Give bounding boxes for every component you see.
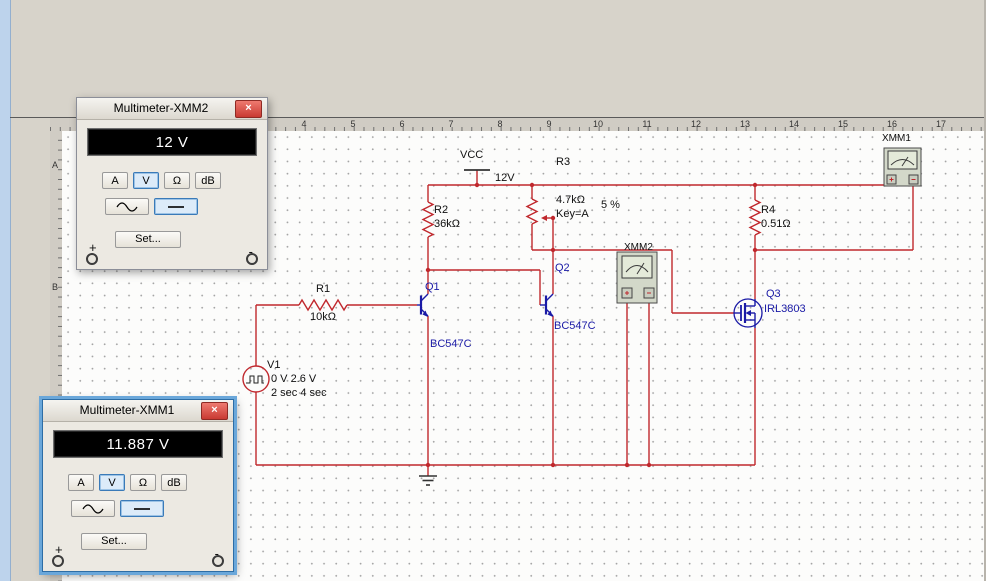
v1-ref[interactable]: V1 <box>267 359 280 371</box>
instrument-icon-XMM2[interactable] <box>616 251 658 304</box>
q2-part[interactable]: BC547C <box>554 320 596 332</box>
minus-terminal-jack[interactable] <box>246 253 258 265</box>
transistor-Q2[interactable]: Q2 BC547C <box>540 262 596 332</box>
xmm2-window-title: Multimeter-XMM2 <box>113 101 209 115</box>
r2-ref[interactable]: R2 <box>434 204 448 216</box>
xmm1-mode-buttons: A V Ω dB <box>68 474 187 491</box>
q1-part[interactable]: BC547C <box>430 338 472 350</box>
set-button[interactable]: Set... <box>81 533 147 550</box>
dc-line-icon <box>134 507 150 510</box>
close-icon: × <box>211 404 218 416</box>
r2-value[interactable]: 36kΩ <box>434 218 460 230</box>
square-wave-icon <box>246 375 264 384</box>
r4-ref[interactable]: R4 <box>761 204 775 216</box>
r1-value[interactable]: 10kΩ <box>310 311 336 323</box>
amps-button[interactable]: A <box>68 474 94 491</box>
r3-ref[interactable]: R3 <box>556 156 570 168</box>
xmm2-signal-buttons <box>105 198 198 215</box>
close-icon: × <box>245 102 252 114</box>
resistor-R4[interactable]: R4 0.51Ω <box>748 199 791 236</box>
ground-symbol[interactable] <box>419 475 437 486</box>
resistor-R1[interactable]: R1 10kΩ <box>298 283 348 323</box>
vcc-voltage-label[interactable]: 12V <box>495 172 515 184</box>
meter-face <box>621 255 653 279</box>
xmm2-mode-buttons: A V Ω dB <box>102 172 221 189</box>
multisim-workspace: 1 2 3 4 5 6 7 8 9 10 11 12 13 14 15 16 1… <box>0 0 986 581</box>
r1-ref[interactable]: R1 <box>316 283 330 295</box>
amps-button[interactable]: A <box>102 172 128 189</box>
dc-mode-button[interactable] <box>154 198 198 215</box>
r3-key[interactable]: Key=A <box>556 208 589 220</box>
db-button[interactable]: dB <box>195 172 221 189</box>
vcc-power-symbol[interactable]: VCC 12V <box>460 149 515 184</box>
v1-timing[interactable]: 2 sec 4 sec <box>271 387 327 399</box>
minus-terminal-jack[interactable] <box>212 555 224 567</box>
sine-wave-icon <box>82 503 104 514</box>
close-button[interactable]: × <box>201 402 228 420</box>
xmm2-titlebar[interactable]: Multimeter-XMM2 × <box>77 98 267 120</box>
q3-part[interactable]: IRL3803 <box>764 303 806 315</box>
xmm1-reading-display: 11.887 V <box>53 430 223 458</box>
ohms-button[interactable]: Ω <box>164 172 190 189</box>
dc-mode-button[interactable] <box>120 500 164 517</box>
sine-wave-icon <box>116 201 138 212</box>
resistor-R2[interactable]: R2 36kΩ <box>421 201 460 238</box>
plus-terminal-jack[interactable] <box>52 555 64 567</box>
ac-mode-button[interactable] <box>105 198 149 215</box>
multimeter-xmm1-window: Multimeter-XMM1 × 11.887 V A V Ω dB Set.… <box>42 399 234 572</box>
q2-ref[interactable]: Q2 <box>555 262 570 274</box>
xmm1-signal-buttons <box>71 500 164 517</box>
xmm1-schematic-label[interactable]: XMM1 <box>882 133 911 144</box>
q1-ref[interactable]: Q1 <box>425 281 440 293</box>
multimeter-xmm2-window: Multimeter-XMM2 × 12 V A V Ω dB Set... +… <box>76 97 268 270</box>
potentiometer-R3[interactable]: R3 4.7kΩ 5 % Key=A <box>525 156 620 225</box>
v1-levels[interactable]: 0 V 2.6 V <box>271 373 317 385</box>
close-button[interactable]: × <box>235 100 262 118</box>
xmm2-schematic-label[interactable]: XMM2 <box>624 242 653 253</box>
xmm1-window-title: Multimeter-XMM1 <box>79 403 175 417</box>
transistor-Q1[interactable]: Q1 BC547C <box>417 281 472 350</box>
instrument-icon-XMM1[interactable] <box>883 147 922 187</box>
plus-terminal-jack[interactable] <box>86 253 98 265</box>
ohms-button[interactable]: Ω <box>130 474 156 491</box>
volts-button[interactable]: V <box>133 172 159 189</box>
xmm1-titlebar[interactable]: Multimeter-XMM1 × <box>43 400 233 422</box>
mosfet-Q3[interactable]: Q3 IRL3803 <box>733 288 806 328</box>
r3-tolerance[interactable]: 5 % <box>601 199 620 211</box>
r3-value[interactable]: 4.7kΩ <box>556 194 585 206</box>
xmm2-reading-display: 12 V <box>87 128 257 156</box>
db-button[interactable]: dB <box>161 474 187 491</box>
r4-value[interactable]: 0.51Ω <box>761 218 791 230</box>
volts-button[interactable]: V <box>99 474 125 491</box>
dc-line-icon <box>168 205 184 208</box>
q3-ref[interactable]: Q3 <box>766 288 781 300</box>
ac-mode-button[interactable] <box>71 500 115 517</box>
set-button[interactable]: Set... <box>115 231 181 248</box>
vcc-label[interactable]: VCC <box>460 149 483 161</box>
